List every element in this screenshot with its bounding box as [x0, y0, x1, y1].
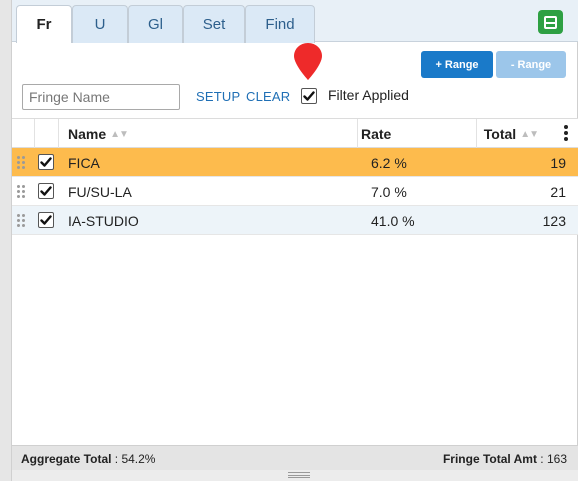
row-total: 123	[542, 212, 566, 229]
tab-find[interactable]: Find	[245, 5, 315, 43]
aggregate-total-label: Aggregate Total	[21, 452, 112, 466]
checkmark-icon	[40, 157, 52, 167]
row-checkbox[interactable]	[38, 154, 54, 170]
fringe-name-filter-input[interactable]	[22, 84, 180, 110]
fringe-panel: Fr U Gl Set Find + Range - Range SETUP C…	[12, 0, 578, 481]
row-rate: 6.2 %	[371, 154, 407, 171]
column-header-rate[interactable]: Rate	[361, 119, 391, 149]
grip-icon	[288, 472, 310, 478]
drag-handle-icon[interactable]	[17, 185, 25, 198]
aggregate-total-value: : 54.2%	[111, 452, 156, 466]
row-total: 21	[550, 183, 566, 200]
aggregate-total: Aggregate Total : 54.2%	[21, 452, 155, 466]
table-row[interactable]: FU/SU-LA 7.0 % 21	[12, 177, 578, 206]
left-panel-edge	[0, 0, 12, 481]
column-divider	[357, 119, 358, 149]
table-header: Name ▲▼ Rate Total ▲▼	[12, 118, 578, 149]
fringe-total-amount-value: : 163	[540, 452, 567, 466]
drag-handle-icon[interactable]	[17, 214, 25, 227]
tab-u[interactable]: U	[72, 5, 128, 43]
setup-link[interactable]: SETUP	[196, 89, 240, 104]
map-marker-icon	[294, 43, 322, 80]
tab-bar: Fr U Gl Set Find	[12, 0, 578, 43]
column-header-name-label: Name	[68, 126, 107, 142]
checkmark-icon	[40, 215, 52, 225]
row-rate: 7.0 %	[371, 183, 407, 200]
sort-icon: ▲▼	[110, 128, 129, 140]
tab-gl[interactable]: Gl	[128, 5, 183, 43]
table-row[interactable]: IA-STUDIO 41.0 % 123	[12, 206, 578, 235]
column-header-rate-label: Rate	[361, 126, 392, 142]
fringe-table: Name ▲▼ Rate Total ▲▼ FICA 6.2 % 19 FU/S…	[12, 118, 578, 235]
row-name: FICA	[68, 154, 100, 171]
column-header-total-label: Total	[483, 126, 517, 142]
column-divider	[58, 119, 59, 149]
panel-layout-button[interactable]	[538, 10, 563, 34]
fringe-total-amount-label: Fringe Total Amt	[442, 452, 537, 466]
clear-link[interactable]: CLEAR	[246, 89, 290, 104]
tab-fr[interactable]: Fr	[16, 5, 72, 43]
row-checkbox[interactable]	[38, 183, 54, 199]
row-name: FU/SU-LA	[68, 183, 132, 200]
totals-footer: Aggregate Total : 54.2% Fringe Total Amt…	[12, 445, 578, 470]
tab-set[interactable]: Set	[183, 5, 245, 43]
table-row[interactable]: FICA 6.2 % 19	[12, 148, 578, 177]
remove-range-button[interactable]: - Range	[496, 51, 566, 78]
fringe-total-amount: Fringe Total Amt : 163	[443, 452, 567, 466]
drag-handle-icon[interactable]	[17, 156, 25, 169]
column-header-name[interactable]: Name ▲▼	[68, 119, 129, 149]
column-divider	[34, 119, 35, 149]
checkmark-icon	[303, 91, 315, 101]
panel-layout-icon	[544, 15, 557, 29]
checkmark-icon	[40, 186, 52, 196]
row-rate: 41.0 %	[371, 212, 415, 229]
column-menu-icon[interactable]	[564, 125, 568, 143]
filter-applied-label: Filter Applied	[328, 87, 409, 103]
row-checkbox[interactable]	[38, 212, 54, 228]
add-range-button[interactable]: + Range	[421, 51, 493, 78]
column-divider	[476, 119, 477, 149]
panel-resize-handle[interactable]	[12, 470, 578, 481]
filter-applied-checkbox[interactable]	[301, 88, 317, 104]
row-name: IA-STUDIO	[68, 212, 139, 229]
sort-icon: ▲▼	[520, 128, 539, 140]
row-total: 19	[550, 154, 566, 171]
column-header-total[interactable]: Total ▲▼	[483, 119, 539, 149]
